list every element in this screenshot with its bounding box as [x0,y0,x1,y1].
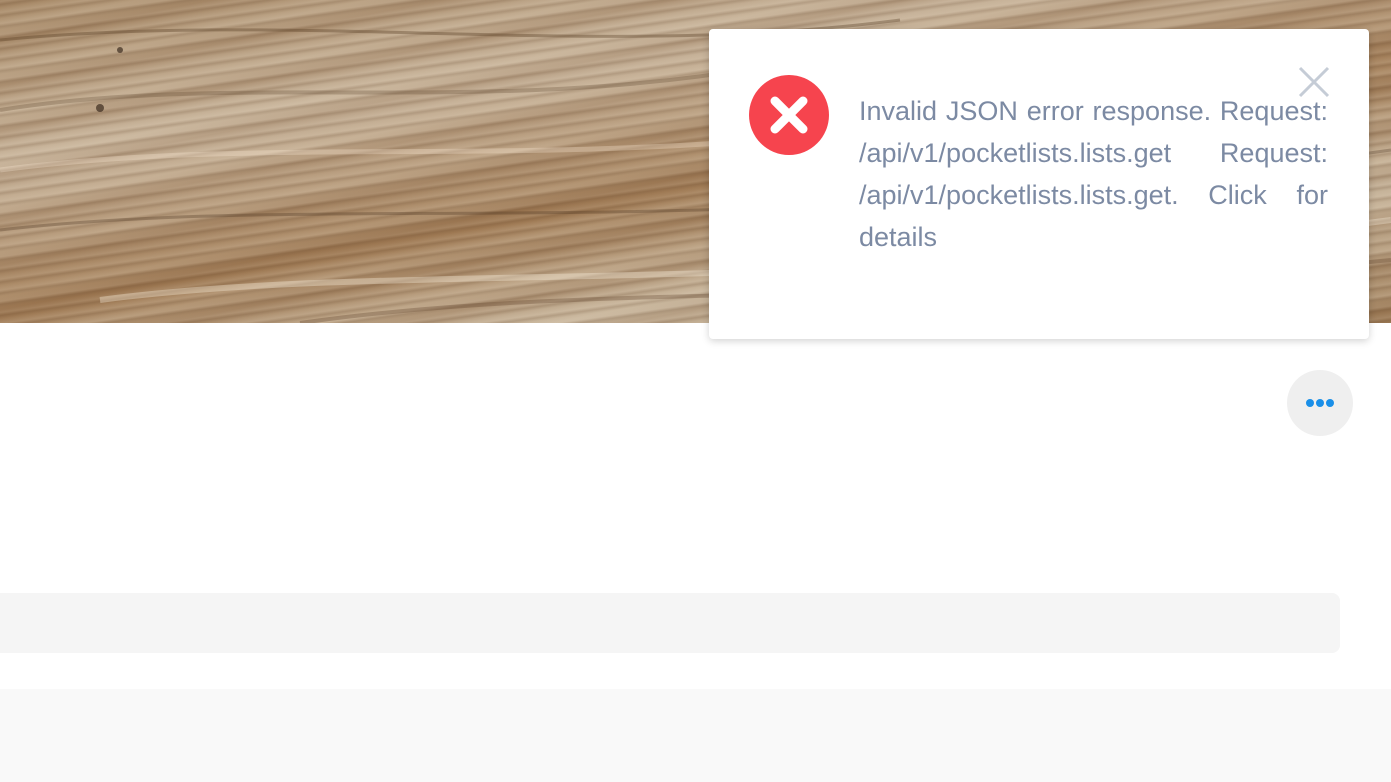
error-x-icon [749,75,829,155]
close-icon[interactable] [1297,65,1331,99]
page: Invalid JSON error response. Request: /a… [0,0,1391,782]
error-notification[interactable]: Invalid JSON error response. Request: /a… [709,29,1369,339]
footer-area [0,689,1391,782]
list-input-bar[interactable] [0,593,1340,653]
error-message[interactable]: Invalid JSON error response. Request: /a… [859,90,1328,258]
more-options-button[interactable] [1287,370,1353,436]
more-dots-icon [1306,399,1334,407]
